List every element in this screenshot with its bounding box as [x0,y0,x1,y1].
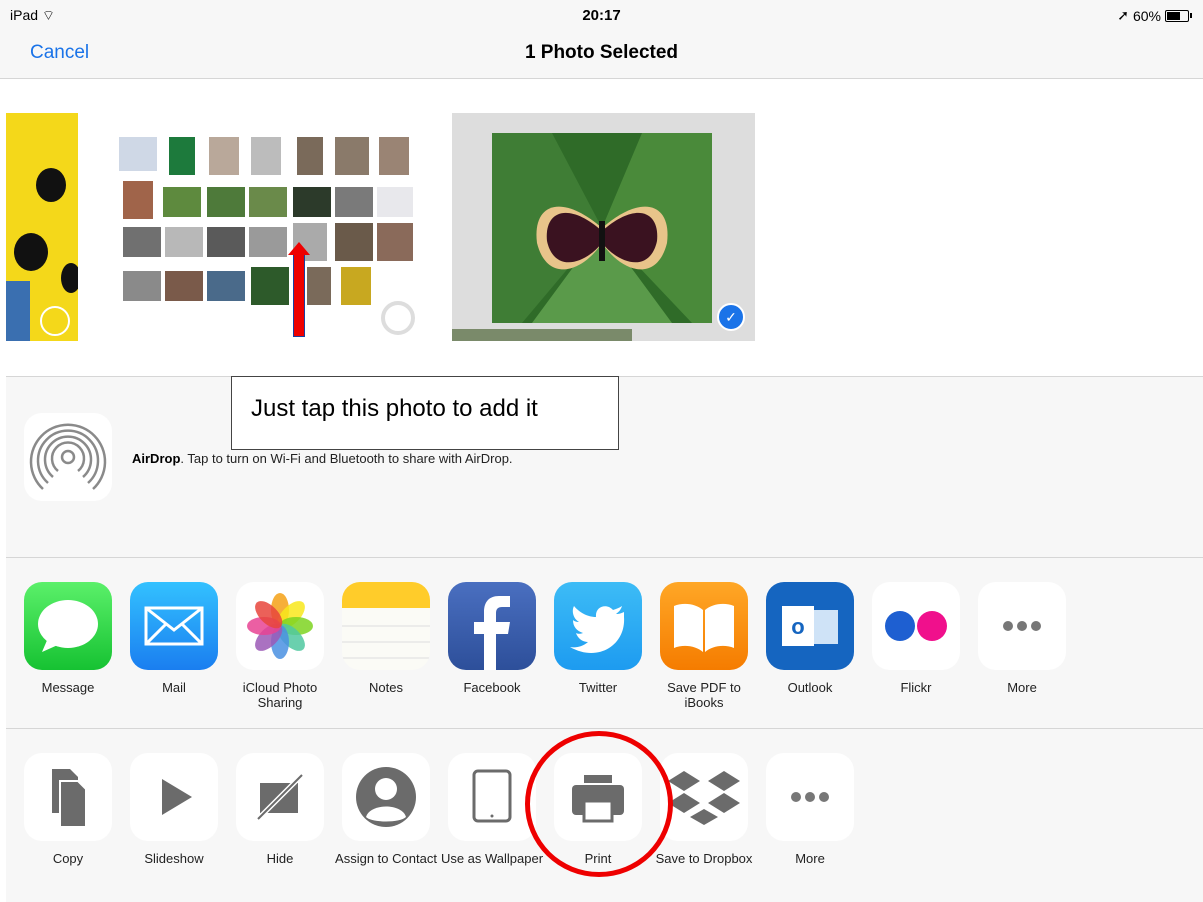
status-bar: iPad ⌔ 20:17 ➚ 60% [0,0,1203,32]
action-hide[interactable]: Hide [227,753,333,866]
share-app-message[interactable]: Message [15,582,121,695]
action-more[interactable]: More [757,753,863,866]
share-app-more[interactable]: More [969,582,1075,695]
outlook-icon: o [766,582,854,670]
photo-thumbnail-yellow-costume[interactable] [6,113,78,341]
share-app-save-pdf-ibooks[interactable]: Save PDF to iBooks [651,582,757,710]
play-icon [130,753,218,841]
filmstrip [452,329,632,341]
ibooks-icon [660,582,748,670]
share-app-facebook[interactable]: Facebook [439,582,545,695]
notes-icon [342,582,430,670]
twitter-icon [554,582,642,670]
action-copy[interactable]: Copy [15,753,121,866]
share-app-twitter[interactable]: Twitter [545,582,651,695]
action-print[interactable]: Print [545,753,651,866]
mini-nav-bar [113,113,416,129]
copy-icon [24,753,112,841]
printer-icon [554,753,642,841]
more-dots-icon [766,753,854,841]
photos-icon [236,582,324,670]
action-slideshow[interactable]: Slideshow [121,753,227,866]
share-app-outlook[interactable]: o Outlook [757,582,863,695]
callout-box: Just tap this photo to add it [231,376,619,450]
selection-circle-icon[interactable] [40,306,70,336]
callout-text: Just tap this photo to add it [251,395,538,422]
share-app-mail[interactable]: Mail [121,582,227,695]
share-app-notes[interactable]: Notes [333,582,439,695]
photo-thumbnail-butterfly[interactable]: ✓ [452,113,755,341]
share-app-icloud-photo-sharing[interactable]: iCloud Photo Sharing [227,582,333,710]
hide-icon [236,753,324,841]
butterfly-image [492,133,712,323]
message-icon [24,582,112,670]
nav-bar: Cancel 1 Photo Selected [0,32,1203,79]
red-arrow-annotation [288,242,310,337]
photo-strip: ✓ [6,79,1203,377]
action-save-to-dropbox[interactable]: Save to Dropbox [651,753,757,866]
action-use-as-wallpaper[interactable]: Use as Wallpaper [439,753,545,866]
contact-icon [342,753,430,841]
battery-icon [1165,9,1192,22]
share-app-flickr[interactable]: Flickr [863,582,969,695]
flickr-icon [872,582,960,670]
svg-text:o: o [791,614,804,639]
ipad-icon [448,753,536,841]
page-title: 1 Photo Selected [524,42,679,63]
photo-thumbnail-screenshot[interactable] [113,113,416,341]
actions-row: Copy Slideshow Hide Assign to Contact Us… [6,729,1203,902]
clock: 20:17 [582,7,621,24]
facebook-icon [448,582,536,670]
checkmark-selected-icon[interactable]: ✓ [717,303,745,331]
airdrop-icon[interactable] [24,413,112,501]
battery-percent: 60% [1132,7,1161,24]
location-icon: ➚ [1117,7,1129,23]
airdrop-message: AirDrop. Tap to turn on Wi-Fi and Blueto… [132,451,513,466]
dropbox-icon [660,753,748,841]
selection-circle-icon[interactable] [381,301,415,335]
more-dots-icon [978,582,1066,670]
status-right: ➚ 60% [1117,7,1192,24]
share-apps-row: Message Mail iCloud Photo Sharing Notes … [6,558,1203,729]
action-assign-to-contact[interactable]: Assign to Contact [333,753,439,866]
mail-icon [130,582,218,670]
